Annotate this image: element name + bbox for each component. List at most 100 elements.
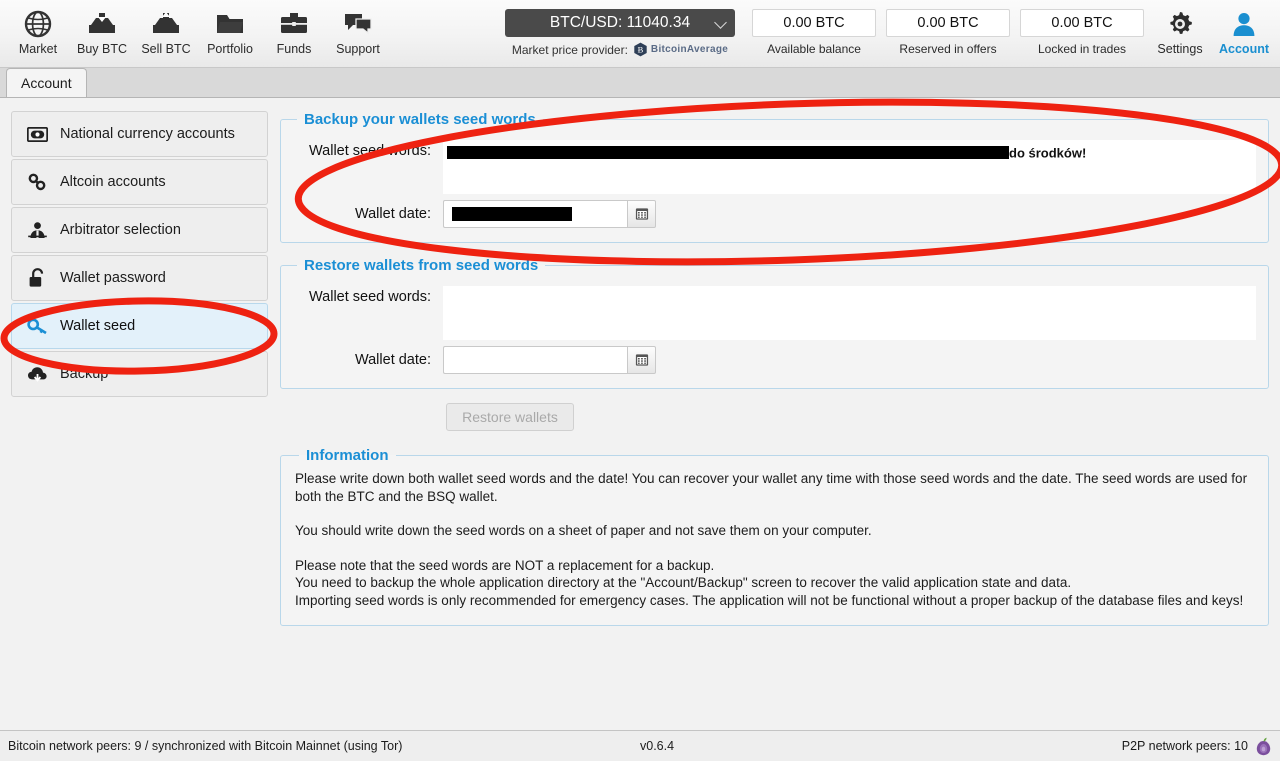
account-sidebar: National currency accounts Altcoin accou…	[0, 111, 280, 730]
nav-label: Account	[1219, 42, 1269, 56]
nav-item-buy-btc[interactable]: Buy BTC	[70, 0, 134, 56]
information-paragraph: Please note that the seed words are NOT …	[295, 557, 1244, 608]
cloud-download-icon	[26, 366, 48, 383]
restore-date-control	[443, 346, 656, 374]
svg-text:Ƀ: Ƀ	[638, 45, 644, 55]
market-price-value: BTC/USD: 11040.34	[549, 14, 691, 31]
market-price-provider: Market price provider: Ƀ BitcoinAverage	[505, 42, 735, 57]
nav-label: Settings	[1157, 42, 1203, 56]
sidebar-item-label: Arbitrator selection	[60, 222, 181, 238]
restore-date-label: Wallet date:	[354, 352, 431, 368]
p2p-peers-label: P2P network peers: 10	[1121, 739, 1248, 753]
balance-value: 0.00 BTC	[1020, 9, 1144, 37]
backup-date-input[interactable]	[443, 200, 627, 228]
information-panel: Information Please write down both walle…	[280, 447, 1269, 626]
reserved-in-offers-balance: 0.00 BTC Reserved in offers	[886, 9, 1010, 56]
backup-seed-panel: Backup your wallets seed words Wallet se…	[280, 111, 1269, 243]
tab-bar: Account	[0, 68, 1280, 98]
balance-caption: Available balance	[767, 42, 861, 56]
sell-btc-icon	[134, 7, 198, 41]
buy-btc-icon	[70, 7, 134, 41]
provider-label: Market price provider:	[511, 42, 628, 57]
nav-label: Portfolio	[207, 42, 253, 56]
information-paragraph: You should write down the seed words on …	[295, 523, 872, 538]
restore-date-picker-button[interactable]	[627, 346, 656, 374]
provider-name: BitcoinAverage	[650, 44, 729, 55]
backup-seed-row: Wallet seed words: do środków!	[293, 140, 1256, 194]
restore-date-input[interactable]	[443, 346, 627, 374]
balance-caption: Reserved in offers	[899, 42, 997, 56]
balance-value: 0.00 BTC	[886, 9, 1010, 37]
calendar-icon	[635, 208, 648, 220]
information-paragraph: Please write down both wallet seed words…	[295, 471, 1248, 504]
restore-seed-words-input[interactable]	[443, 286, 1256, 340]
sidebar-item-arbitrator-selection[interactable]: Arbitrator selection	[11, 207, 268, 253]
status-bar: Bitcoin network peers: 9 / synchronized …	[0, 730, 1280, 761]
market-price-selector[interactable]: BTC/USD: 11040.34	[505, 9, 735, 37]
market-price-area: BTC/USD: 11040.34 Market price provider:…	[505, 9, 735, 57]
redaction-bar	[447, 146, 1009, 160]
nav-label: Support	[336, 42, 380, 56]
arbitrator-icon	[26, 221, 48, 239]
calendar-icon	[635, 354, 648, 366]
app-version: v0.6.4	[640, 739, 675, 753]
sidebar-item-label: Wallet password	[60, 270, 166, 286]
tab-account[interactable]: Account	[6, 68, 87, 97]
balance-value: 0.00 BTC	[752, 9, 876, 37]
banknote-icon	[26, 126, 48, 142]
padlock-open-icon	[26, 268, 48, 288]
nav-label: Funds	[276, 42, 312, 56]
person-icon	[1212, 7, 1276, 41]
application-window: Market Buy BTC Sell BTC Portfolio Funds …	[0, 0, 1280, 761]
briefcase-icon	[262, 7, 326, 41]
nav-label: Sell BTC	[141, 42, 191, 56]
key-icon	[26, 317, 48, 335]
sidebar-item-wallet-seed[interactable]: Wallet seed	[11, 303, 268, 349]
backup-date-row: Wallet date:	[293, 200, 1256, 228]
backup-date-picker-button[interactable]	[627, 200, 656, 228]
backup-seed-visible-tail: do środków!	[1009, 145, 1087, 161]
sidebar-item-national-currency-accounts[interactable]: National currency accounts	[11, 111, 268, 157]
balance-caption: Locked in trades	[1037, 42, 1127, 56]
information-panel-legend: Information	[306, 447, 389, 464]
restore-date-row: Wallet date:	[293, 346, 1256, 374]
sidebar-item-label: Backup	[60, 366, 109, 382]
secondary-navigation: Settings Account	[1148, 0, 1276, 56]
nav-item-settings[interactable]: Settings	[1148, 0, 1212, 56]
backup-seed-label: Wallet seed words:	[309, 143, 431, 159]
nav-item-account[interactable]: Account	[1212, 0, 1276, 56]
chevron-down-icon	[714, 16, 727, 29]
main-header: Market Buy BTC Sell BTC Portfolio Funds …	[0, 0, 1280, 68]
sidebar-item-altcoin-accounts[interactable]: Altcoin accounts	[11, 159, 268, 205]
nav-item-portfolio[interactable]: Portfolio	[198, 0, 262, 56]
primary-navigation: Market Buy BTC Sell BTC Portfolio Funds …	[0, 0, 390, 56]
globe-icon	[6, 7, 70, 41]
restore-button-row: Restore wallets	[280, 403, 1269, 431]
backup-date-label: Wallet date:	[354, 206, 431, 222]
backup-date-control	[443, 200, 656, 228]
sidebar-item-backup[interactable]: Backup	[11, 351, 268, 397]
chain-links-icon	[26, 173, 48, 191]
nav-item-funds[interactable]: Funds	[262, 0, 326, 56]
bitcoinaverage-logo[interactable]: Ƀ BitcoinAverage	[633, 42, 728, 57]
content-area: Backup your wallets seed words Wallet se…	[280, 111, 1280, 730]
sidebar-item-label: National currency accounts	[60, 126, 235, 142]
bitcoin-network-status: Bitcoin network peers: 9 / synchronized …	[8, 739, 403, 753]
restore-wallets-button[interactable]: Restore wallets	[446, 403, 574, 431]
locked-in-trades-balance: 0.00 BTC Locked in trades	[1020, 9, 1144, 56]
sidebar-item-wallet-password[interactable]: Wallet password	[11, 255, 268, 301]
gear-icon	[1148, 7, 1212, 41]
p2p-network-status: P2P network peers: 10	[1122, 737, 1272, 756]
folder-icon	[198, 7, 262, 41]
backup-seed-words-field[interactable]: do środków!	[443, 140, 1256, 194]
nav-item-sell-btc[interactable]: Sell BTC	[134, 0, 198, 56]
nav-label: Buy BTC	[76, 42, 127, 56]
nav-item-market[interactable]: Market	[6, 0, 70, 56]
tor-onion-icon	[1256, 737, 1271, 755]
sidebar-item-label: Wallet seed	[60, 318, 136, 334]
sidebar-item-label: Altcoin accounts	[60, 174, 166, 190]
available-balance: 0.00 BTC Available balance	[752, 9, 876, 56]
nav-item-support[interactable]: Support	[326, 0, 390, 56]
page-body: National currency accounts Altcoin accou…	[0, 98, 1280, 730]
chat-icon	[326, 7, 390, 41]
